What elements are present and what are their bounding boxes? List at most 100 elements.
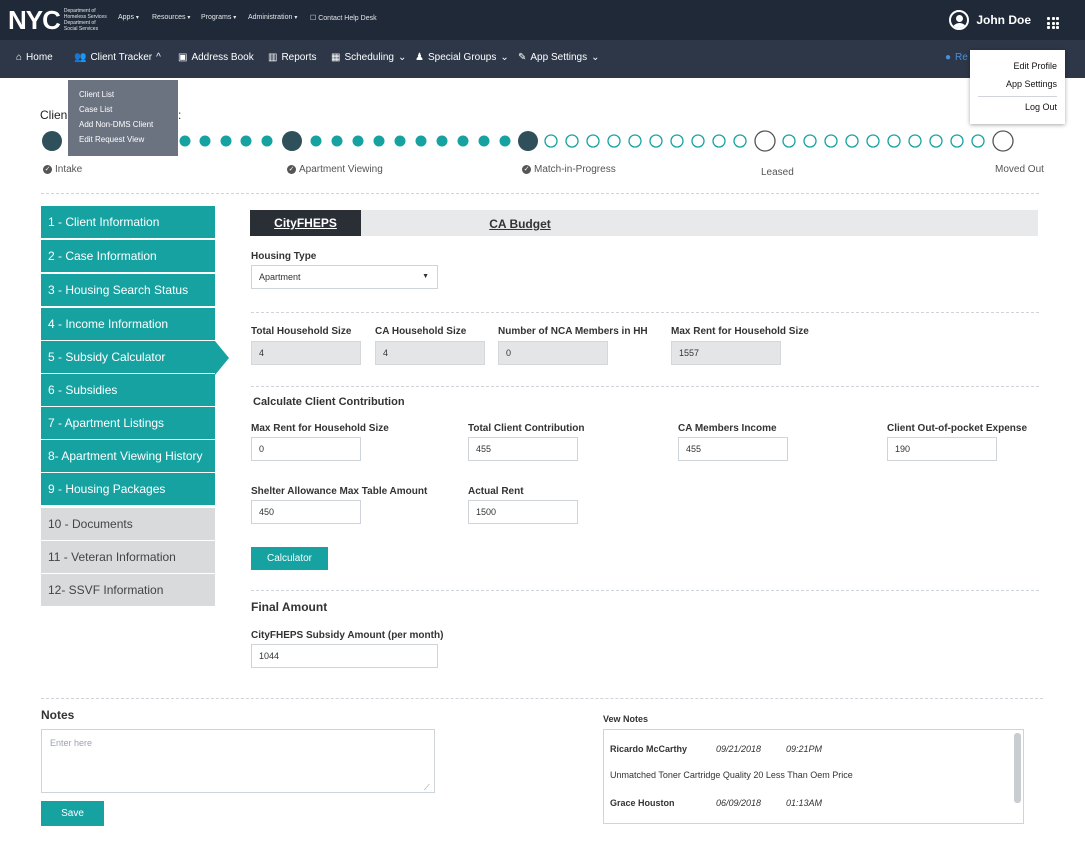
sidebar-item[interactable]: 8- Apartment Viewing History [41,440,215,472]
subsidy-amount-field[interactable]: 1044 [251,644,438,668]
top-nav-apps[interactable]: Apps ▾ [118,14,139,21]
menu-edit-profile[interactable]: Edit Profile [978,57,1057,75]
progress-dot-empty [929,134,943,148]
sidebar-item[interactable]: 11 - Veteran Information [41,541,215,573]
menu-app-settings[interactable]: App Settings [978,75,1057,93]
apps-grid-icon[interactable] [1047,17,1059,29]
progress-dot [199,135,211,147]
step-intake: ✓ Intake [43,164,83,175]
nav-scheduling[interactable]: ▦ Scheduling ⌄ [331,52,406,63]
sidebar-item[interactable]: 12- SSVF Information [41,574,215,606]
main-nav: ⌂ Home 👥 Client Tracker ^ ▣ Address Book ▥ Re… [0,40,1085,78]
note-text: Unmatched Toner Cartridge Quality 20 Les… [610,770,853,780]
resize-handle-icon[interactable]: ⟋ [424,783,430,793]
nyc-logo[interactable]: NYC Department of Homeless Services Depa… [8,6,110,34]
view-notes-title: Vew Notes [603,714,649,724]
calculator-button[interactable]: Calculator [251,547,328,570]
tab-ca-budget[interactable]: CA Budget [460,210,580,236]
progress-dot [240,135,252,147]
progress-dot-empty [649,134,663,148]
sidebar-item[interactable]: 1 - Client Information [41,206,215,238]
step-moved-out: Moved Out [995,164,1044,175]
sidebar-item[interactable]: 7 - Apartment Listings [41,407,215,439]
progress-dot-empty [803,134,817,148]
nav-special-groups[interactable]: ♟ Special Groups ⌄ [415,52,509,63]
final-amount-title: Final Amount [251,600,328,614]
progress-dot-empty [887,134,901,148]
sidebar-item[interactable]: 6 - Subsidies [41,374,215,406]
progress-dot [310,135,322,147]
sidebar-item[interactable]: 9 - Housing Packages [41,473,215,505]
sidebar-item[interactable]: 10 - Documents [41,508,215,540]
divider [251,386,1039,387]
note-header: Grace Houston 06/09/2018 01:13AM [610,798,823,808]
divider [251,312,1039,313]
step-match-in-progress: ✓ Match-in-Progress [522,164,616,175]
chevron-down-icon: ⌄ [500,52,509,63]
view-notes-panel: Ricardo McCarthy 09/21/2018 09:21PM Unma… [603,729,1024,824]
oop-expense-input[interactable]: 190 [887,437,997,461]
sidebar-item[interactable]: 5 - Subsidy Calculator [41,341,229,375]
step-apartment-viewing: ✓ Apartment Viewing [287,164,383,175]
notes-textarea[interactable]: Enter here [41,729,435,793]
shelter-allowance-input[interactable]: 450 [251,500,361,524]
progress-dot-empty [824,134,838,148]
top-nav-programs[interactable]: Programs ▾ [201,14,236,21]
total-contribution-input[interactable]: 455 [468,437,578,461]
nav-right-partial[interactable]: ● Re [945,52,968,63]
progress-dot-empty [908,134,922,148]
top-nav-resources[interactable]: Resources ▾ [152,14,190,21]
sidebar-item[interactable]: 2 - Case Information [41,240,215,272]
nca-members-label: Number of NCA Members in HH [498,326,648,337]
user-dropdown: Edit Profile App Settings Log Out [970,50,1065,124]
top-nav-help-desk[interactable]: ☐ Contact Help Desk [310,14,377,22]
nav-reports[interactable]: ▥ Reports [268,52,316,63]
nav-address-book[interactable]: ▣ Address Book [178,52,254,63]
cc-max-rent-input[interactable]: 0 [251,437,361,461]
ca-household-label: CA Household Size [375,326,467,337]
progress-dot-empty [628,134,642,148]
chat-icon: ☐ [310,15,317,22]
progress-dot [373,135,385,147]
chevron-down-icon: ⌄ [591,52,600,63]
housing-type-select[interactable]: Apartment ▼ [251,265,438,289]
save-button[interactable]: Save [41,801,104,826]
milestone-dot-empty [754,130,776,152]
calc-contribution-title: Calculate Client Contribution [253,396,405,408]
sidebar-item[interactable]: 4 - Income Information [41,308,215,340]
scrollbar[interactable] [1014,733,1021,803]
wrench-icon: ✎ [518,52,527,63]
progress-dot [179,135,191,147]
divider [41,698,1043,699]
progress-dot [394,135,406,147]
user-profile[interactable]: John Doe [949,10,1031,30]
subsidy-amount-label: CityFHEPS Subsidy Amount (per month) [251,630,444,641]
nav-home[interactable]: ⌂ Home [16,52,53,63]
total-household-field: 4 [251,341,361,365]
menu-log-out[interactable]: Log Out [978,96,1057,116]
menu-case-list[interactable]: Case List [79,102,167,117]
tab-cityfheps[interactable]: CityFHEPS [250,210,361,236]
progress-dot [352,135,364,147]
cc-max-rent-label: Max Rent for Household Size [251,423,389,434]
progress-title: Clien [40,108,68,122]
nav-app-settings[interactable]: ✎ App Settings ⌄ [518,52,600,63]
progress-dot [436,135,448,147]
milestone-dot [518,131,538,151]
logo-subtitle: Department of Homeless Services Departme… [63,8,107,32]
sidebar-item[interactable]: 3 - Housing Search Status [41,274,215,306]
oop-expense-label: Client Out-of-pocket Expense [887,423,1028,434]
menu-client-list[interactable]: Client List [79,87,167,102]
progress-dot [499,135,511,147]
progress-dot [457,135,469,147]
total-contribution-label: Total Client Contribution [468,423,585,434]
nav-client-tracker[interactable]: 👥 Client Tracker ^ [74,52,161,63]
notes-title: Notes [41,708,75,722]
actual-rent-label: Actual Rent [468,486,524,497]
check-icon: ✓ [522,165,531,174]
top-nav-administration[interactable]: Administration ▾ [248,14,297,21]
progress-title-suffix: : [178,108,182,122]
progress-dot-empty [845,134,859,148]
ca-income-input[interactable]: 455 [678,437,788,461]
actual-rent-input[interactable]: 1500 [468,500,578,524]
